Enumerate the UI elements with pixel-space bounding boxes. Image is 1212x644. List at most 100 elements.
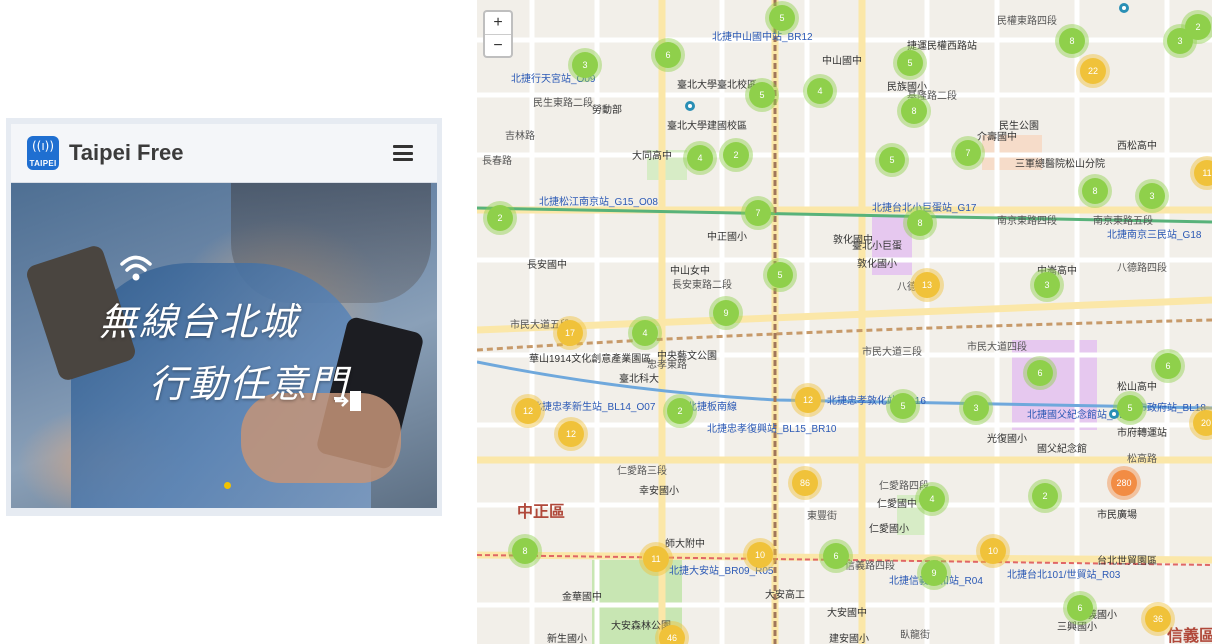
metro-station-label: 北捷中山國中站_BR12 (712, 32, 813, 43)
road-label: 南京東路五段 (1093, 216, 1153, 227)
hotspot-cluster[interactable]: 2 (723, 142, 749, 168)
location-pin-icon[interactable] (1107, 408, 1121, 422)
place-label: 國父紀念館 (1037, 444, 1087, 455)
hotspot-cluster[interactable]: 9 (921, 560, 947, 586)
hotspot-cluster[interactable]: 6 (1155, 353, 1181, 379)
hotspot-cluster[interactable]: 10 (980, 538, 1006, 564)
place-label: 市府轉運站 (1117, 428, 1167, 439)
place-label: 金華國中 (562, 592, 602, 603)
location-pin-icon[interactable] (683, 100, 697, 114)
hotspot-cluster[interactable]: 2 (1032, 483, 1058, 509)
metro-station-label: 北捷松江南京站_G15_O08 (539, 197, 658, 208)
place-label: 臺北大學建國校區 (667, 121, 747, 132)
road-label: 長安東路二段 (672, 280, 732, 291)
metro-station-label: 北捷忠孝復興站_BL15_BR10 (707, 424, 837, 435)
hotspot-cluster[interactable]: 2 (487, 205, 513, 231)
zoom-control: + − (483, 10, 513, 58)
hotspot-cluster[interactable]: 7 (955, 140, 981, 166)
menu-icon[interactable] (393, 145, 413, 161)
hotspot-cluster[interactable]: 5 (879, 147, 905, 173)
taipei-free-logo[interactable]: ((ı)) TAIPEI (27, 136, 59, 170)
hotspot-cluster[interactable]: 86 (792, 470, 818, 496)
hotspot-cluster[interactable]: 8 (901, 98, 927, 124)
hotspot-cluster[interactable]: 6 (823, 543, 849, 569)
hotspot-cluster[interactable]: 20 (1193, 410, 1212, 436)
road-label: 吉林路 (505, 131, 535, 142)
hotspot-cluster[interactable]: 3 (963, 395, 989, 421)
road-label: 八德路四段 (1117, 263, 1167, 274)
hotspot-cluster[interactable]: 5 (767, 262, 793, 288)
road-label: 臥龍街 (900, 630, 930, 641)
place-label: 勞動部 (592, 105, 622, 116)
hotspot-cluster[interactable]: 12 (795, 387, 821, 413)
zoom-out-button[interactable]: − (485, 35, 511, 56)
hotspot-cluster[interactable]: 4 (919, 486, 945, 512)
wifi-hotspot-map[interactable]: + − 北捷中山國中站_BR12 捷運民權西路站 民權東路四段 基隆路二段 民生東路二段… (477, 0, 1212, 644)
app-title: Taipei Free (69, 140, 184, 165)
hero-subheadline: 行動任意門 (149, 362, 350, 406)
road-label: 忠孝東路 (647, 360, 687, 371)
hotspot-cluster[interactable]: 3 (1034, 272, 1060, 298)
hotspot-cluster[interactable]: 10 (747, 542, 773, 568)
place-label: 建安國小 (829, 634, 869, 644)
road-label: 市民大道三段 (862, 347, 922, 358)
zoom-in-button[interactable]: + (485, 12, 511, 35)
hotspot-cluster[interactable]: 8 (1082, 178, 1108, 204)
hotspot-cluster[interactable]: 8 (907, 210, 933, 236)
place-label: 長安國中 (527, 260, 567, 271)
place-label: 臺北科大 (619, 374, 659, 385)
hotspot-cluster[interactable]: 8 (1059, 28, 1085, 54)
hotspot-cluster[interactable]: 5 (769, 5, 795, 31)
hotspot-cluster[interactable]: 13 (914, 272, 940, 298)
hotspot-cluster[interactable]: 5 (897, 50, 923, 76)
metro-station-label: 北捷台北101/世貿站_R03 (1007, 570, 1121, 581)
hotspot-cluster[interactable]: 2 (1185, 14, 1211, 40)
place-label: 中山國中 (822, 56, 862, 67)
location-pin-icon[interactable] (1117, 2, 1131, 16)
place-label: 中正國小 (707, 232, 747, 243)
hotspot-cluster[interactable]: 9 (713, 300, 739, 326)
metro-station-label: 北捷忠孝新生站_BL14_O07 (532, 402, 656, 413)
hotspot-cluster[interactable]: 22 (1080, 58, 1106, 84)
road-label: 長春路 (482, 156, 512, 167)
place-label: 華山1914文化創意產業園區 (529, 354, 652, 365)
hotspot-cluster[interactable]: 12 (558, 421, 584, 447)
road-label: 仁愛路三段 (617, 466, 667, 477)
hotspot-cluster[interactable]: 6 (655, 42, 681, 68)
place-label: 大安高工 (765, 590, 805, 601)
carousel-indicator[interactable] (224, 482, 231, 489)
place-label: 敦化國小 (857, 259, 897, 270)
road-label: 東豐街 (807, 511, 837, 522)
hotspot-cluster[interactable]: 5 (890, 393, 916, 419)
hotspot-cluster[interactable]: 3 (572, 52, 598, 78)
hotspot-cluster[interactable]: 4 (807, 78, 833, 104)
hero-banner[interactable]: 無線台北城 行動任意門 (11, 183, 437, 508)
hotspot-cluster[interactable]: 8 (512, 538, 538, 564)
metro-station-label: 北捷板南線 (687, 402, 737, 413)
hotspot-cluster[interactable]: 4 (632, 320, 658, 346)
hotspot-cluster[interactable]: 7 (745, 200, 771, 226)
place-label: 松山高中 (1117, 382, 1157, 393)
hotspot-cluster[interactable]: 36 (1145, 606, 1171, 632)
hotspot-cluster[interactable]: 6 (1067, 595, 1093, 621)
road-label: 市民大道四段 (967, 342, 1027, 353)
wifi-icon (120, 255, 152, 281)
hotspot-cluster[interactable]: 5 (749, 82, 775, 108)
place-label: 民族國小 (887, 82, 927, 93)
place-label: 幸安國小 (639, 486, 679, 497)
logo-text: TAIPEI (29, 159, 57, 168)
hotspot-cluster[interactable]: 280 (1111, 470, 1137, 496)
hotspot-cluster[interactable]: 4 (687, 145, 713, 171)
hotspot-cluster[interactable]: 2 (667, 398, 693, 424)
hotspot-cluster[interactable]: 12 (515, 398, 541, 424)
hotspot-cluster[interactable]: 17 (557, 320, 583, 346)
road-label: 南京東路四段 (997, 216, 1057, 227)
app-screenshot: ((ı)) TAIPEI Taipei Free 無線台北城 行動任意門 (6, 118, 442, 516)
hotspot-cluster[interactable]: 46 (659, 625, 685, 644)
hotspot-cluster[interactable]: 6 (1027, 360, 1053, 386)
hotspot-cluster[interactable]: 11 (643, 546, 669, 572)
app-header: ((ı)) TAIPEI Taipei Free (11, 124, 437, 183)
hotspot-cluster[interactable]: 3 (1139, 183, 1165, 209)
place-label: 中山女中 (670, 266, 710, 277)
road-label: 松高路 (1127, 454, 1157, 465)
